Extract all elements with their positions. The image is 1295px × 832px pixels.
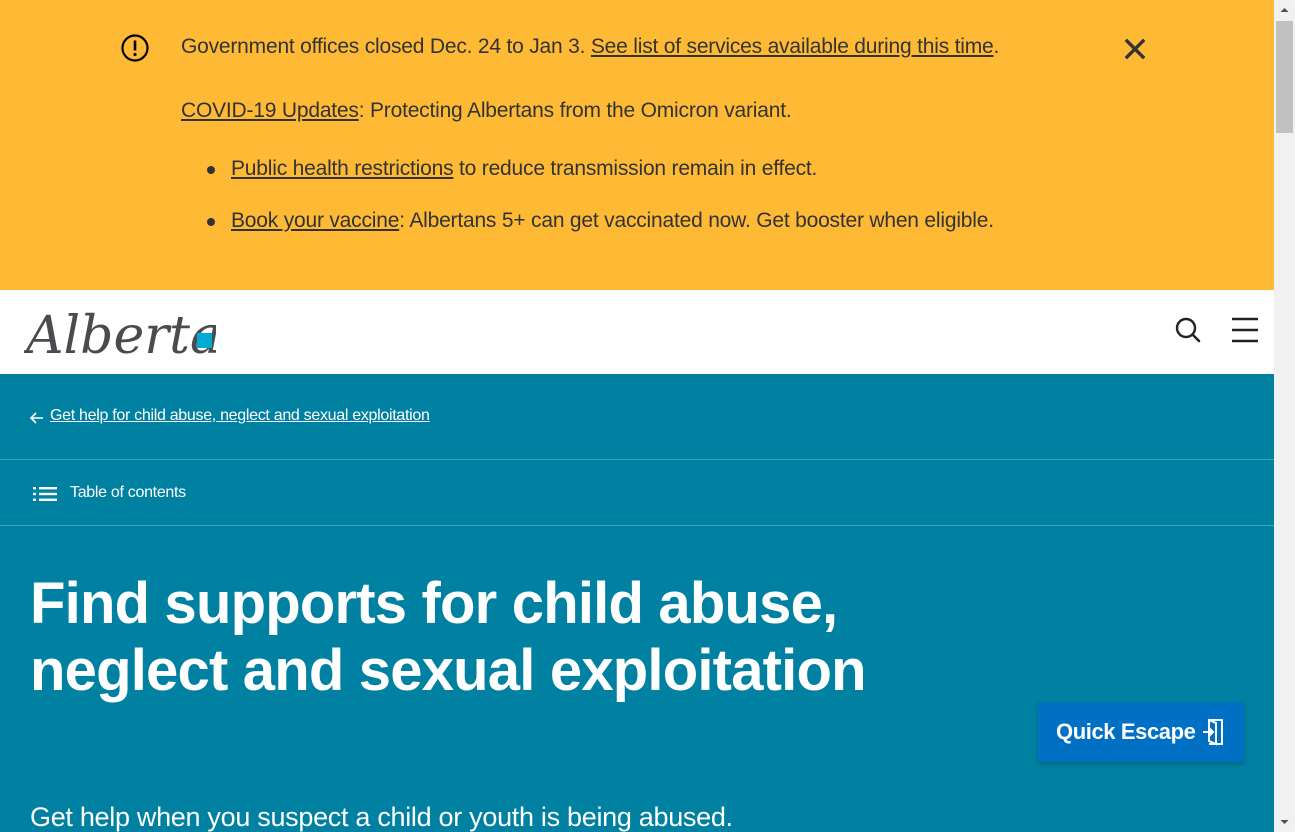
search-icon[interactable] (1174, 316, 1202, 344)
office-closure-notice: Government offices closed Dec. 24 to Jan… (181, 35, 999, 59)
menu-icon[interactable] (1231, 317, 1259, 343)
logo-square (197, 333, 212, 348)
logo-wordmark: Alberta (24, 306, 216, 361)
office-closure-text: Government offices closed Dec. 24 to Jan… (181, 35, 591, 58)
health-restrictions-link[interactable]: Public health restrictions (231, 157, 454, 180)
close-icon[interactable] (1122, 36, 1148, 62)
page: Government offices closed Dec. 24 to Jan… (0, 0, 1274, 832)
notification-banner: Government offices closed Dec. 24 to Jan… (0, 0, 1274, 290)
page-lead: Get help when you suspect a child or you… (30, 802, 733, 832)
scroll-up-arrow-icon[interactable] (1274, 0, 1295, 20)
page-title: Find supports for child abuse, neglect a… (30, 571, 867, 703)
office-closure-period: . (993, 35, 1000, 58)
list-item-text: to reduce transmission remain in effect. (453, 157, 818, 180)
quick-escape-button[interactable]: Quick Escape (1038, 702, 1244, 762)
alert-circle-icon (121, 34, 149, 62)
breadcrumb-link[interactable]: Get help for child abuse, neglect and se… (50, 407, 430, 425)
services-list-link[interactable]: See list of services available during th… (591, 35, 994, 58)
covid-updates-link[interactable]: COVID-19 Updates (181, 99, 359, 122)
covid-notice: COVID-19 Updates: Protecting Albertans f… (181, 99, 792, 123)
covid-bullet-list: Public health restrictions to reduce tra… (206, 156, 994, 260)
table-of-contents-toggle[interactable]: Table of contents (0, 460, 1274, 526)
arrow-left-icon (29, 412, 43, 424)
scroll-down-arrow-icon[interactable] (1274, 812, 1295, 832)
list-item: Book your vaccine: Albertans 5+ can get … (206, 208, 994, 260)
scrollbar-thumb[interactable] (1276, 21, 1293, 133)
breadcrumb: Get help for child abuse, neglect and se… (0, 374, 1274, 460)
list-item: Public health restrictions to reduce tra… (206, 156, 994, 208)
exit-door-icon (1203, 718, 1223, 746)
vertical-scrollbar[interactable] (1274, 0, 1295, 832)
alberta-logo[interactable]: Alberta (24, 303, 216, 361)
list-icon (33, 487, 57, 501)
covid-notice-text: : Protecting Albertans from the Omicron … (358, 99, 792, 122)
quick-escape-label: Quick Escape (1056, 719, 1196, 744)
page-hero: Get help for child abuse, neglect and se… (0, 374, 1274, 832)
book-vaccine-link[interactable]: Book your vaccine (231, 209, 399, 232)
toc-label: Table of contents (70, 484, 186, 501)
site-header: Alberta (0, 290, 1274, 374)
list-item-text: : Albertans 5+ can get vaccinated now. G… (399, 209, 994, 232)
